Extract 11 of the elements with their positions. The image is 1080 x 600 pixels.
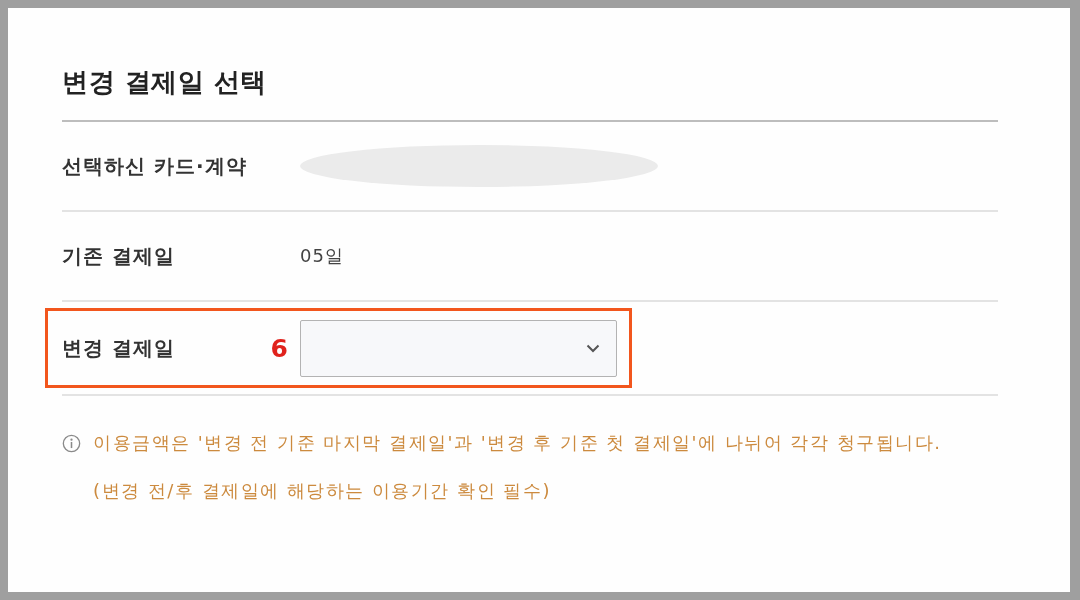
field-label: 변경 결제일 (62, 334, 175, 362)
notice-text: (변경 전/후 결제일에 해당하는 이용기간 확인 필수) (93, 479, 551, 503)
field-value: 05일 (300, 244, 344, 268)
payment-day-select[interactable] (300, 319, 617, 377)
section-title: 변경 결제일 선택 (62, 66, 268, 98)
field-label: 선택하신 카드·계약 (62, 152, 247, 180)
step-number: 6 (270, 333, 288, 363)
chevron-down-icon (586, 343, 600, 353)
notice-text: 이용금액은 '변경 전 기준 마지막 결제일'과 '변경 후 기준 첫 결제일'에 나뉘어 각각 청구됩니다. (93, 431, 942, 455)
field-label: 기존 결제일 (62, 242, 175, 270)
info-icon (62, 433, 81, 453)
